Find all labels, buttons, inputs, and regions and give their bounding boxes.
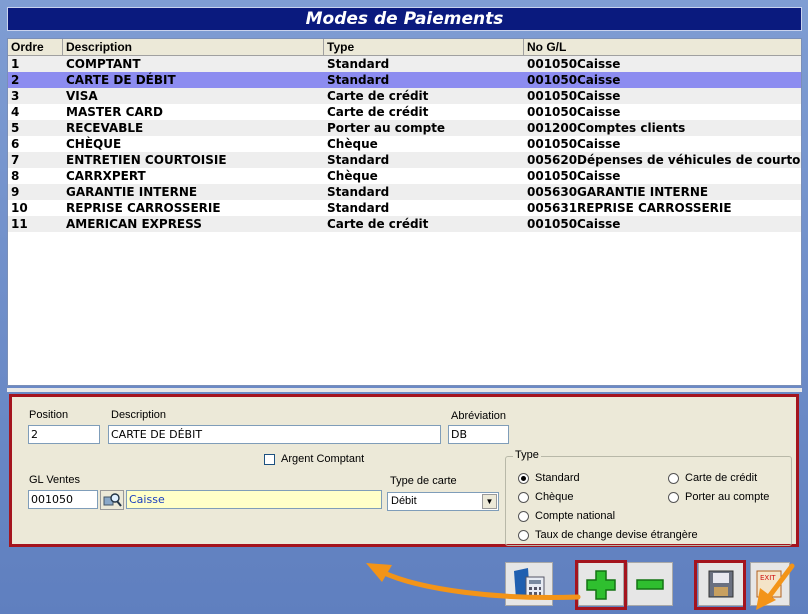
annotation-arrows <box>366 563 795 610</box>
